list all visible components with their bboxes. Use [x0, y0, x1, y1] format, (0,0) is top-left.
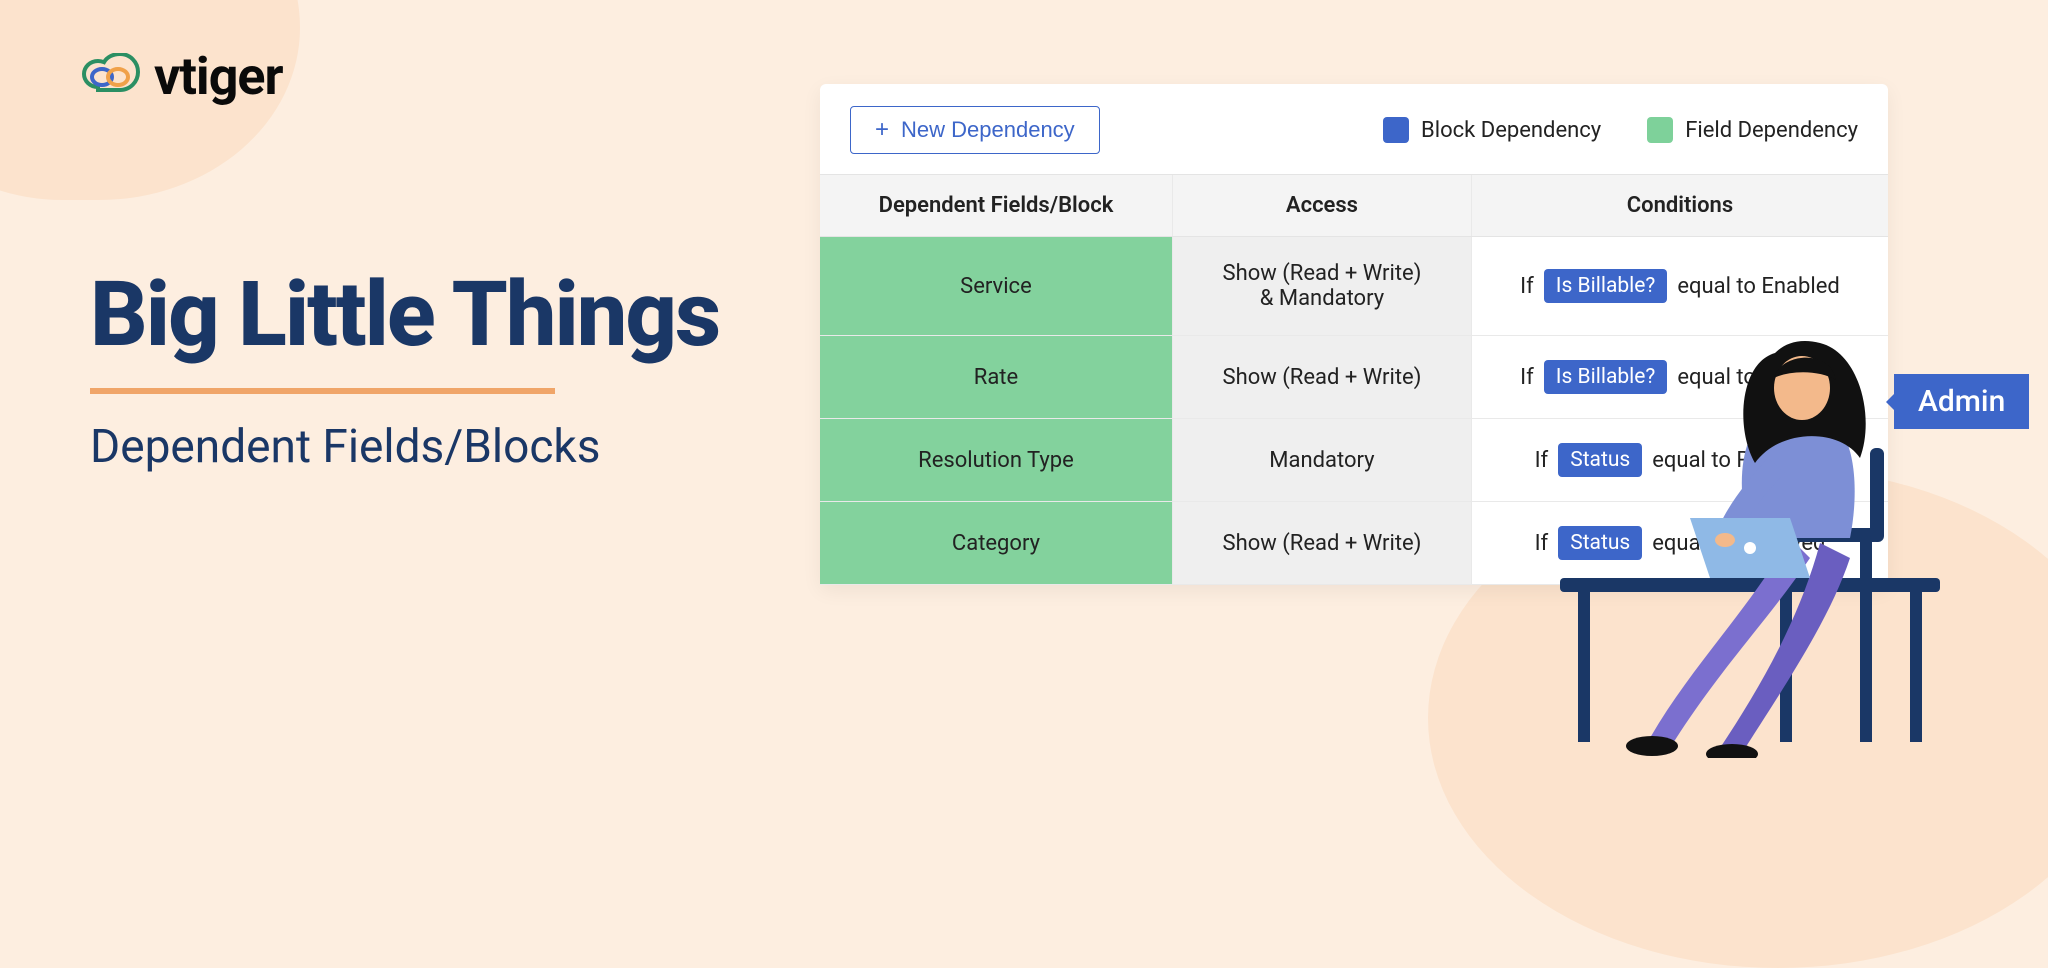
- col-header-access: Access: [1172, 175, 1471, 237]
- cond-prefix: If: [1520, 274, 1534, 299]
- cond-suffix: equal to Resolved: [1652, 531, 1825, 556]
- swatch-field-icon: [1647, 117, 1673, 143]
- conditions-cell: If Is Billable? equal to Enabled: [1471, 336, 1888, 419]
- condition-chip: Is Billable?: [1544, 360, 1668, 394]
- cond-prefix: If: [1535, 531, 1549, 556]
- conditions-cell: If Status equal to Resolved: [1471, 419, 1888, 502]
- access-cell: Show (Read + Write): [1172, 502, 1471, 585]
- dependent-cell: Category: [820, 502, 1172, 585]
- access-cell: Show (Read + Write) & Mandatory: [1172, 237, 1471, 336]
- legend-field-label: Field Dependency: [1685, 118, 1858, 143]
- table-header-row: Dependent Fields/Block Access Conditions: [820, 175, 1888, 237]
- cond-suffix: equal to Enabled: [1677, 365, 1839, 390]
- legend-block-label: Block Dependency: [1421, 118, 1601, 143]
- col-header-conditions: Conditions: [1471, 175, 1888, 237]
- page-title: Big Little Things: [90, 270, 730, 360]
- cond-suffix: equal to Enabled: [1677, 274, 1839, 299]
- table-row[interactable]: Service Show (Read + Write) & Mandatory …: [820, 237, 1888, 336]
- page-headline: Big Little Things Dependent Fields/Block…: [90, 270, 730, 474]
- legend-field-dependency: Field Dependency: [1647, 117, 1858, 143]
- dependent-cell: Service: [820, 237, 1172, 336]
- swatch-block-icon: [1383, 117, 1409, 143]
- table-row[interactable]: Category Show (Read + Write) If Status e…: [820, 502, 1888, 585]
- dependent-cell: Rate: [820, 336, 1172, 419]
- cond-suffix: equal to Resolved: [1652, 448, 1825, 473]
- access-cell: Mandatory: [1172, 419, 1471, 502]
- brand-logo: vtiger: [80, 46, 283, 107]
- dependency-table: Dependent Fields/Block Access Conditions…: [820, 174, 1888, 585]
- dependency-panel: + New Dependency Block Dependency Field …: [820, 84, 1888, 585]
- admin-role-badge: Admin: [1894, 374, 2029, 429]
- brand-name: vtiger: [154, 46, 283, 107]
- dependent-cell: Resolution Type: [820, 419, 1172, 502]
- cond-prefix: If: [1520, 365, 1534, 390]
- title-underline: [90, 388, 555, 394]
- new-dependency-button[interactable]: + New Dependency: [850, 106, 1100, 154]
- col-header-dependent: Dependent Fields/Block: [820, 175, 1172, 237]
- conditions-cell: If Status equal to Resolved: [1471, 502, 1888, 585]
- legend: Block Dependency Field Dependency: [1383, 117, 1858, 143]
- plus-icon: +: [875, 118, 889, 142]
- panel-toolbar: + New Dependency Block Dependency Field …: [820, 84, 1888, 174]
- table-row[interactable]: Resolution Type Mandatory If Status equa…: [820, 419, 1888, 502]
- condition-chip: Is Billable?: [1544, 269, 1668, 303]
- legend-block-dependency: Block Dependency: [1383, 117, 1601, 143]
- condition-chip: Status: [1558, 526, 1642, 560]
- table-row[interactable]: Rate Show (Read + Write) If Is Billable?…: [820, 336, 1888, 419]
- new-dependency-label: New Dependency: [901, 117, 1075, 143]
- condition-chip: Status: [1558, 443, 1642, 477]
- access-cell: Show (Read + Write): [1172, 336, 1471, 419]
- page-subtitle: Dependent Fields/Blocks: [90, 420, 730, 474]
- cloud-link-icon: [80, 53, 142, 101]
- cond-prefix: If: [1535, 448, 1549, 473]
- conditions-cell: If Is Billable? equal to Enabled: [1471, 237, 1888, 336]
